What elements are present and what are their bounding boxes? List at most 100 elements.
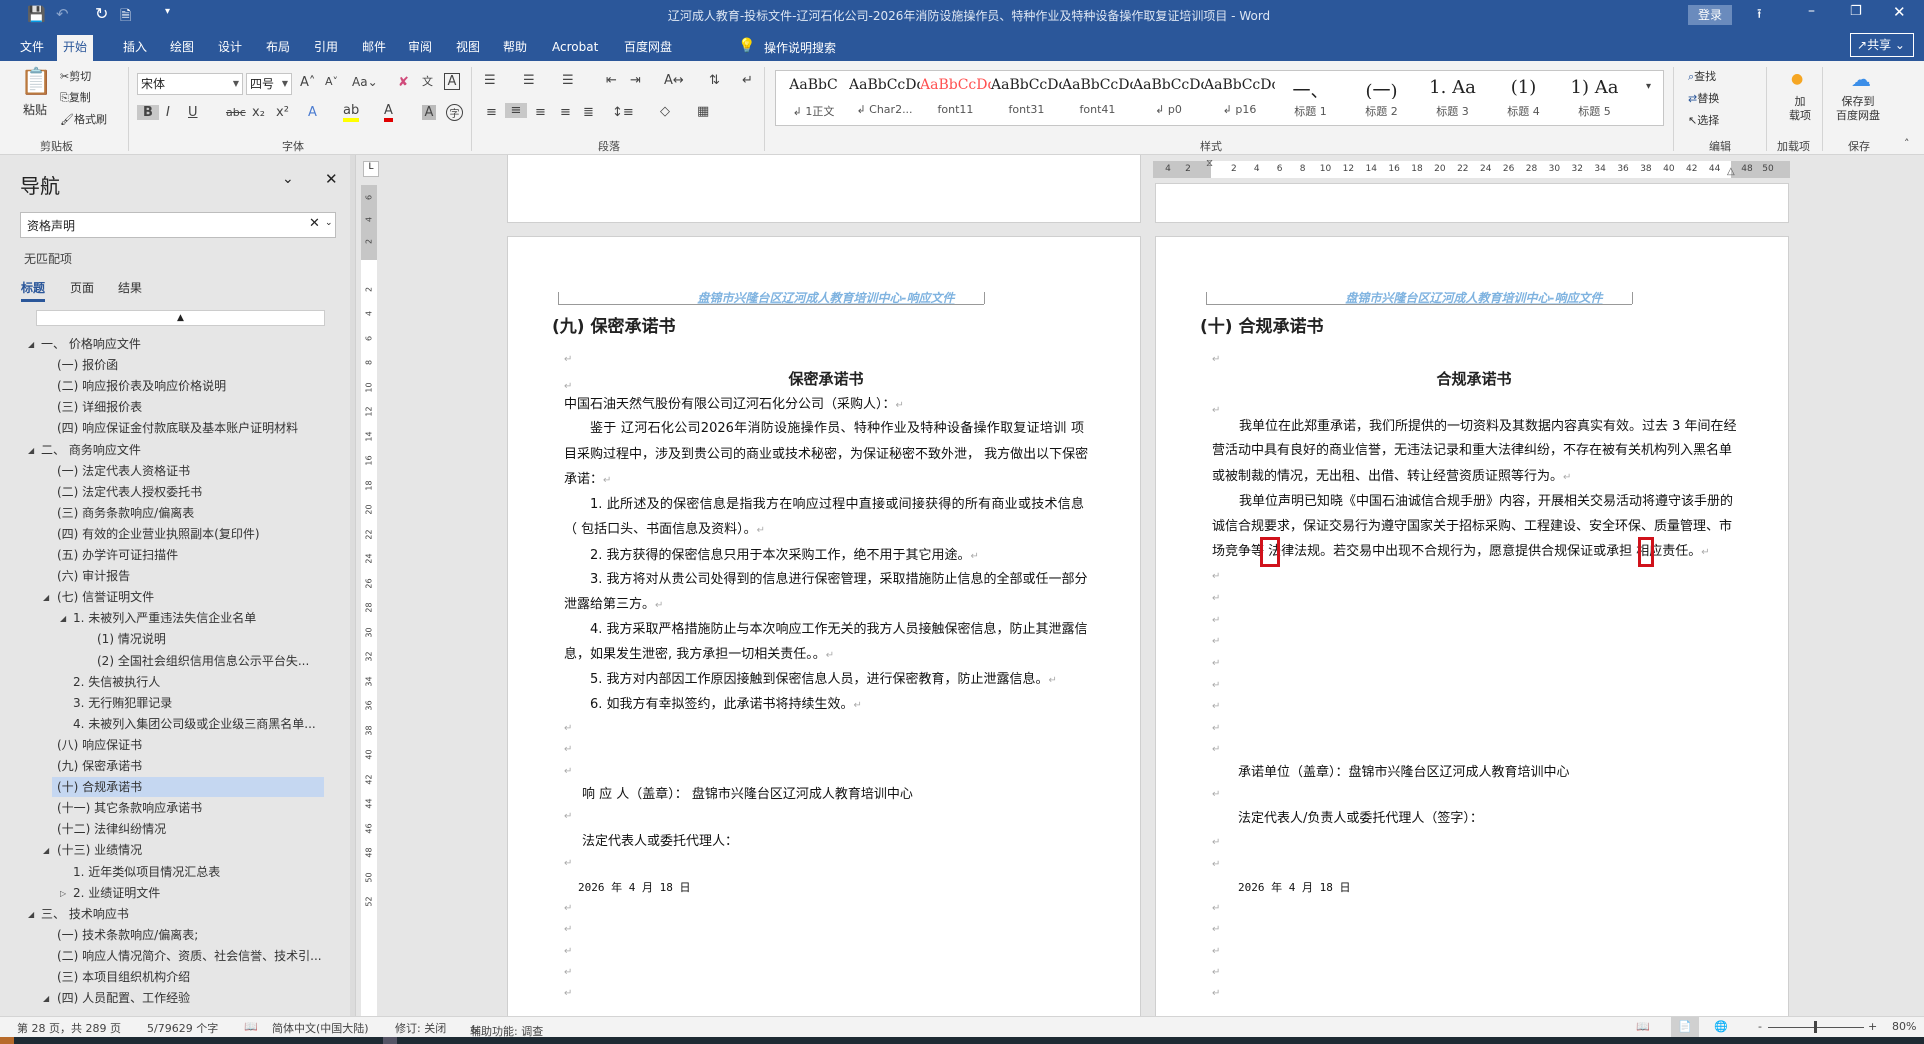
nav-heading-item[interactable]: (一) 法定代表人资格证书 bbox=[57, 461, 190, 481]
nav-heading-item[interactable]: (四) 有效的企业营业执照副本(复印件) bbox=[57, 524, 260, 544]
tab-6[interactable]: 引用 bbox=[308, 35, 344, 61]
zoom-slider-thumb[interactable] bbox=[1814, 1021, 1818, 1033]
language[interactable]: 简体中文(中国大陆) bbox=[272, 1020, 369, 1036]
redo-icon[interactable]: ↻ bbox=[95, 4, 108, 23]
nav-heading-item[interactable]: 2. 失信被执行人 bbox=[73, 672, 160, 692]
phonetic-guide-icon[interactable]: 文 bbox=[422, 73, 433, 89]
nav-heading-item[interactable]: (六) 审计报告 bbox=[57, 566, 130, 586]
style-item[interactable]: AaBbCcDc ↲ p16 bbox=[1204, 71, 1275, 125]
expanded-triangle-icon[interactable]: ◢ bbox=[28, 340, 34, 349]
font-name-select[interactable]: 宋体 ▼ bbox=[137, 73, 243, 95]
style-item[interactable]: (一) 标题 2 bbox=[1346, 71, 1417, 125]
indent-marker-icon[interactable]: ⧖ bbox=[1206, 158, 1213, 169]
subscript-button[interactable]: x₂ bbox=[252, 105, 265, 120]
tab-3[interactable]: 绘图 bbox=[164, 35, 200, 61]
nav-heading-item[interactable]: (八) 响应保证书 bbox=[57, 735, 142, 755]
font-size-select[interactable]: 四号 ▼ bbox=[246, 73, 292, 95]
nav-search-box[interactable]: 资格声明 ✕ ⌄ bbox=[20, 212, 336, 238]
close-icon[interactable]: ✕ bbox=[1893, 3, 1906, 21]
char-shading-icon[interactable]: A bbox=[422, 105, 436, 120]
nav-heading-item[interactable]: (1) 情况说明 bbox=[97, 629, 166, 649]
restore-icon[interactable]: ❐ bbox=[1850, 4, 1862, 19]
nav-heading-item[interactable]: (十三) 业绩情况 bbox=[57, 840, 142, 860]
style-item[interactable]: 一、 标题 1 bbox=[1275, 71, 1346, 125]
cut-button[interactable]: ✂剪切 bbox=[60, 68, 91, 84]
bold-button[interactable]: B bbox=[137, 105, 159, 120]
tab-10[interactable]: 帮助 bbox=[497, 35, 533, 61]
nav-heading-item[interactable]: 3. 无行贿犯罪记录 bbox=[73, 693, 172, 713]
nav-heading-item[interactable]: 4. 未被列入集团公司级或企业级三商黑名单... bbox=[73, 714, 316, 734]
char-border-icon[interactable]: A bbox=[444, 73, 460, 90]
align-right-icon[interactable]: ≡ bbox=[535, 105, 546, 120]
login-button[interactable]: 登录 bbox=[1688, 5, 1732, 25]
nav-heading-item[interactable]: (九) 保密承诺书 bbox=[57, 756, 142, 776]
nav-heading-item[interactable]: 一、 价格响应文件 bbox=[41, 334, 141, 354]
expanded-triangle-icon[interactable]: ◢ bbox=[28, 446, 34, 455]
expanded-triangle-icon[interactable]: ◢ bbox=[43, 846, 49, 855]
nav-heading-item[interactable]: (十一) 其它条款响应承诺书 bbox=[57, 798, 202, 818]
search-options-icon[interactable]: ⌄ bbox=[325, 218, 333, 228]
underline-button[interactable]: U bbox=[188, 105, 198, 120]
save-icon[interactable]: 💾 bbox=[27, 5, 46, 23]
vertical-ruler[interactable]: 6 4 2 2 4 6 8 10 12 14 16 18 20 22 24 26 28 30 32 34 36 38 40 4… bbox=[361, 185, 377, 1016]
tab-5[interactable]: 布局 bbox=[260, 35, 296, 61]
italic-button[interactable]: I bbox=[166, 105, 170, 120]
bullets-icon[interactable]: ☰ bbox=[484, 73, 496, 88]
style-item[interactable]: 1) Aa 标题 5 bbox=[1559, 71, 1630, 125]
text-direction-icon[interactable]: A↔ bbox=[664, 73, 684, 88]
proofing-icon[interactable]: 📖 bbox=[244, 1020, 258, 1033]
print-layout-icon[interactable]: 📄 bbox=[1671, 1017, 1699, 1037]
nav-heading-item[interactable]: 2. 业绩证明文件 bbox=[73, 883, 160, 903]
shrink-font-icon[interactable]: A˅ bbox=[325, 75, 338, 88]
change-case-icon[interactable]: Aa⌄ bbox=[352, 75, 378, 89]
replace-button[interactable]: ⇄替换 bbox=[1688, 90, 1719, 106]
document-page[interactable]: 盘锦市兴隆台区辽河成人教育培训中心-响应文件 (九) 保密承诺书 保密承诺书 ↵ ↵ 中国… bbox=[507, 236, 1141, 1016]
align-center-icon[interactable]: ≡ bbox=[505, 103, 527, 118]
distributed-icon[interactable]: ≣ bbox=[583, 105, 594, 120]
grow-font-icon[interactable]: A˄ bbox=[300, 75, 315, 90]
tab-12[interactable]: 百度网盘 bbox=[618, 35, 678, 61]
minimize-icon[interactable]: – bbox=[1808, 3, 1815, 19]
nav-search-input[interactable]: 资格声明 bbox=[27, 217, 75, 234]
tab-1[interactable]: 开始 bbox=[57, 35, 94, 61]
nav-heading-item[interactable]: (一) 技术条款响应/偏离表; bbox=[57, 925, 198, 945]
nav-heading-item[interactable]: (三) 商务条款响应/偏离表 bbox=[57, 503, 194, 523]
find-button[interactable]: ⌕查找 bbox=[1688, 68, 1716, 84]
justify-icon[interactable]: ≡ bbox=[560, 105, 571, 120]
paste-button[interactable]: 粘贴 bbox=[23, 101, 47, 118]
style-item[interactable]: AaBbCcDdI font11 bbox=[920, 71, 991, 125]
horizontal-ruler[interactable]: 4 2 2 4 6 8 10 12 14 16 18 20 22 24 26 28 30 32 34 36 38 40 42… bbox=[1153, 158, 1790, 178]
expanded-triangle-icon[interactable]: ◢ bbox=[43, 593, 49, 602]
tab-11[interactable]: Acrobat bbox=[546, 35, 604, 61]
style-item[interactable]: AaBbCcDc font31 bbox=[991, 71, 1062, 125]
nav-heading-item[interactable]: (二) 法定代表人授权委托书 bbox=[57, 482, 202, 502]
text-effects-icon[interactable]: A bbox=[308, 105, 317, 120]
nav-heading-item[interactable]: 三、 技术响应书 bbox=[41, 904, 129, 924]
nav-heading-item[interactable]: (二) 响应报价表及响应价格说明 bbox=[57, 376, 226, 396]
copy-button[interactable]: ⎘复制 bbox=[60, 89, 91, 105]
nav-heading-item[interactable]: (四) 响应保证金付款底联及基本账户证明材料 bbox=[57, 418, 298, 438]
zoom-level[interactable]: 80% bbox=[1892, 1020, 1916, 1033]
new-doc-icon[interactable]: 🗎 bbox=[120, 5, 131, 29]
enclose-char-icon[interactable]: 字 bbox=[446, 104, 463, 121]
collapse-ribbon-icon[interactable]: ˄ bbox=[1904, 137, 1910, 150]
nav-heading-item[interactable]: (七) 信誉证明文件 bbox=[57, 587, 154, 607]
scroll-up-button[interactable]: ▲ bbox=[36, 310, 325, 326]
collapsed-triangle-icon[interactable]: ▷ bbox=[60, 889, 66, 898]
borders-icon[interactable]: ▦ bbox=[697, 104, 709, 119]
shading-icon[interactable]: ◇ bbox=[660, 104, 670, 119]
nav-heading-item[interactable]: (二) 响应人情况简介、资质、社会信誉、技术引... bbox=[57, 946, 322, 966]
tab-7[interactable]: 邮件 bbox=[356, 35, 392, 61]
save-to-baidu-button[interactable]: 保存到 百度网盘 bbox=[1836, 95, 1880, 123]
nav-heading-item[interactable]: (三) 本项目组织机构介绍 bbox=[57, 967, 190, 987]
close-icon[interactable]: ✕ bbox=[325, 170, 338, 188]
nav-heading-item[interactable]: 二、 商务响应文件 bbox=[41, 440, 141, 460]
show-marks-icon[interactable]: ↵ bbox=[742, 73, 753, 88]
highlight-color-icon[interactable]: ab bbox=[343, 103, 360, 122]
style-item[interactable]: (1) 标题 4 bbox=[1488, 71, 1559, 125]
nav-tab-results[interactable]: 结果 bbox=[118, 279, 142, 296]
numbering-icon[interactable]: ☰ bbox=[523, 73, 535, 88]
nav-heading-item[interactable]: (四) 人员配置、工作经验 bbox=[57, 988, 190, 1008]
paste-icon[interactable]: 📋 bbox=[20, 67, 52, 97]
zoom-out-button[interactable]: - bbox=[1758, 1020, 1762, 1033]
